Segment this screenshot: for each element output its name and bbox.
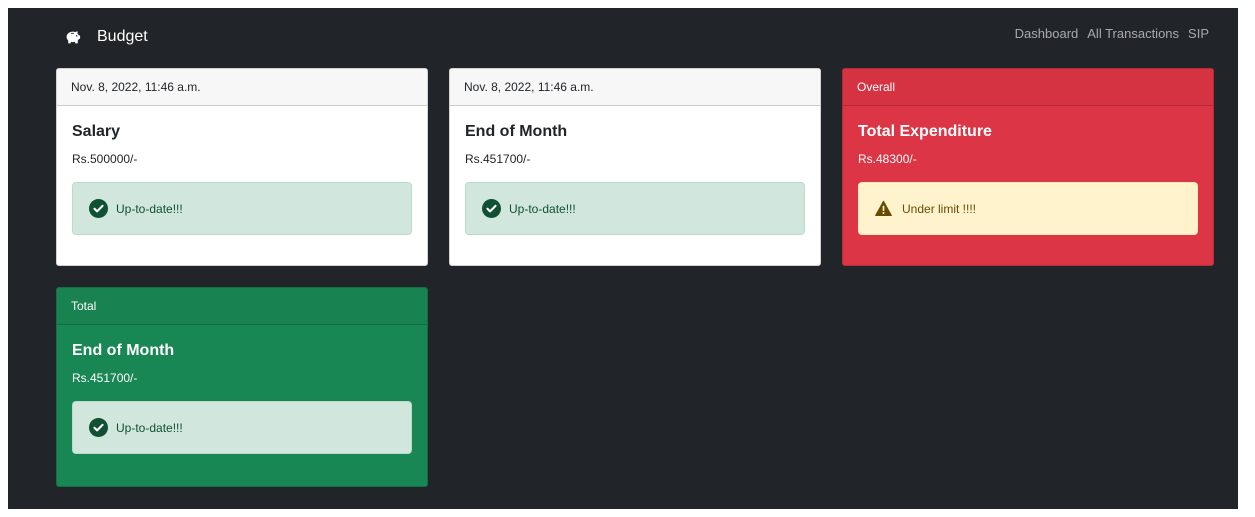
card-header: Total <box>57 288 427 325</box>
card-title: Salary <box>72 123 121 140</box>
card-title: Total Expenditure <box>858 123 992 140</box>
app-container: Budget Dashboard All Transactions SIP No… <box>8 8 1238 509</box>
brand-link[interactable]: Budget <box>65 26 148 48</box>
card-header-date: Nov. 8, 2022, 11:46 a.m. <box>450 69 820 106</box>
status-alert: Up-to-date!!! <box>72 401 412 454</box>
nav-link-all-transactions[interactable]: All Transactions <box>1087 26 1179 41</box>
status-alert-text: Up-to-date!!! <box>116 420 183 435</box>
card-amount: Rs.451700/- <box>465 152 531 166</box>
card-title: End of Month <box>465 123 568 140</box>
status-alert-text: Up-to-date!!! <box>509 201 576 216</box>
status-alert: Under limit !!!! <box>858 182 1198 235</box>
card-amount: Rs.451700/- <box>72 371 138 385</box>
status-alert: Up-to-date!!! <box>72 182 412 235</box>
total-end-of-month-card: Total End of Month Rs.451700/- Up-to-dat… <box>56 287 428 487</box>
brand-label: Budget <box>97 28 148 45</box>
navbar: Budget Dashboard All Transactions SIP <box>8 8 1238 64</box>
warning-triangle-icon <box>875 200 892 217</box>
nav-links: Dashboard All Transactions SIP <box>1015 26 1209 41</box>
nav-link-sip[interactable]: SIP <box>1188 26 1209 41</box>
card-amount: Rs.48300/- <box>858 152 917 166</box>
card-body: End of Month Rs.451700/- Up-to-date!!! <box>57 325 427 454</box>
card-body: End of Month Rs.451700/- Up-to-date!!! <box>450 106 820 235</box>
check-circle-icon <box>89 418 108 437</box>
nav-link-dashboard[interactable]: Dashboard <box>1015 26 1079 41</box>
status-alert-text: Up-to-date!!! <box>116 201 183 216</box>
total-expenditure-card: Overall Total Expenditure Rs.48300/- Und… <box>842 68 1214 266</box>
check-circle-icon <box>89 199 108 218</box>
status-alert-text: Under limit !!!! <box>902 201 977 216</box>
status-alert: Up-to-date!!! <box>465 182 805 235</box>
card-body: Salary Rs.500000/- Up-to-date!!! <box>57 106 427 235</box>
card-header: Overall <box>843 69 1213 106</box>
card-amount: Rs.500000/- <box>72 152 138 166</box>
card-title: End of Month <box>72 342 175 359</box>
salary-card: Nov. 8, 2022, 11:46 a.m. Salary Rs.50000… <box>56 68 428 266</box>
card-header-date: Nov. 8, 2022, 11:46 a.m. <box>57 69 427 106</box>
check-circle-icon <box>482 199 501 218</box>
end-of-month-card: Nov. 8, 2022, 11:46 a.m. End of Month Rs… <box>449 68 821 266</box>
card-body: Total Expenditure Rs.48300/- Under limit… <box>843 106 1213 235</box>
piggy-bank-icon <box>66 30 81 43</box>
